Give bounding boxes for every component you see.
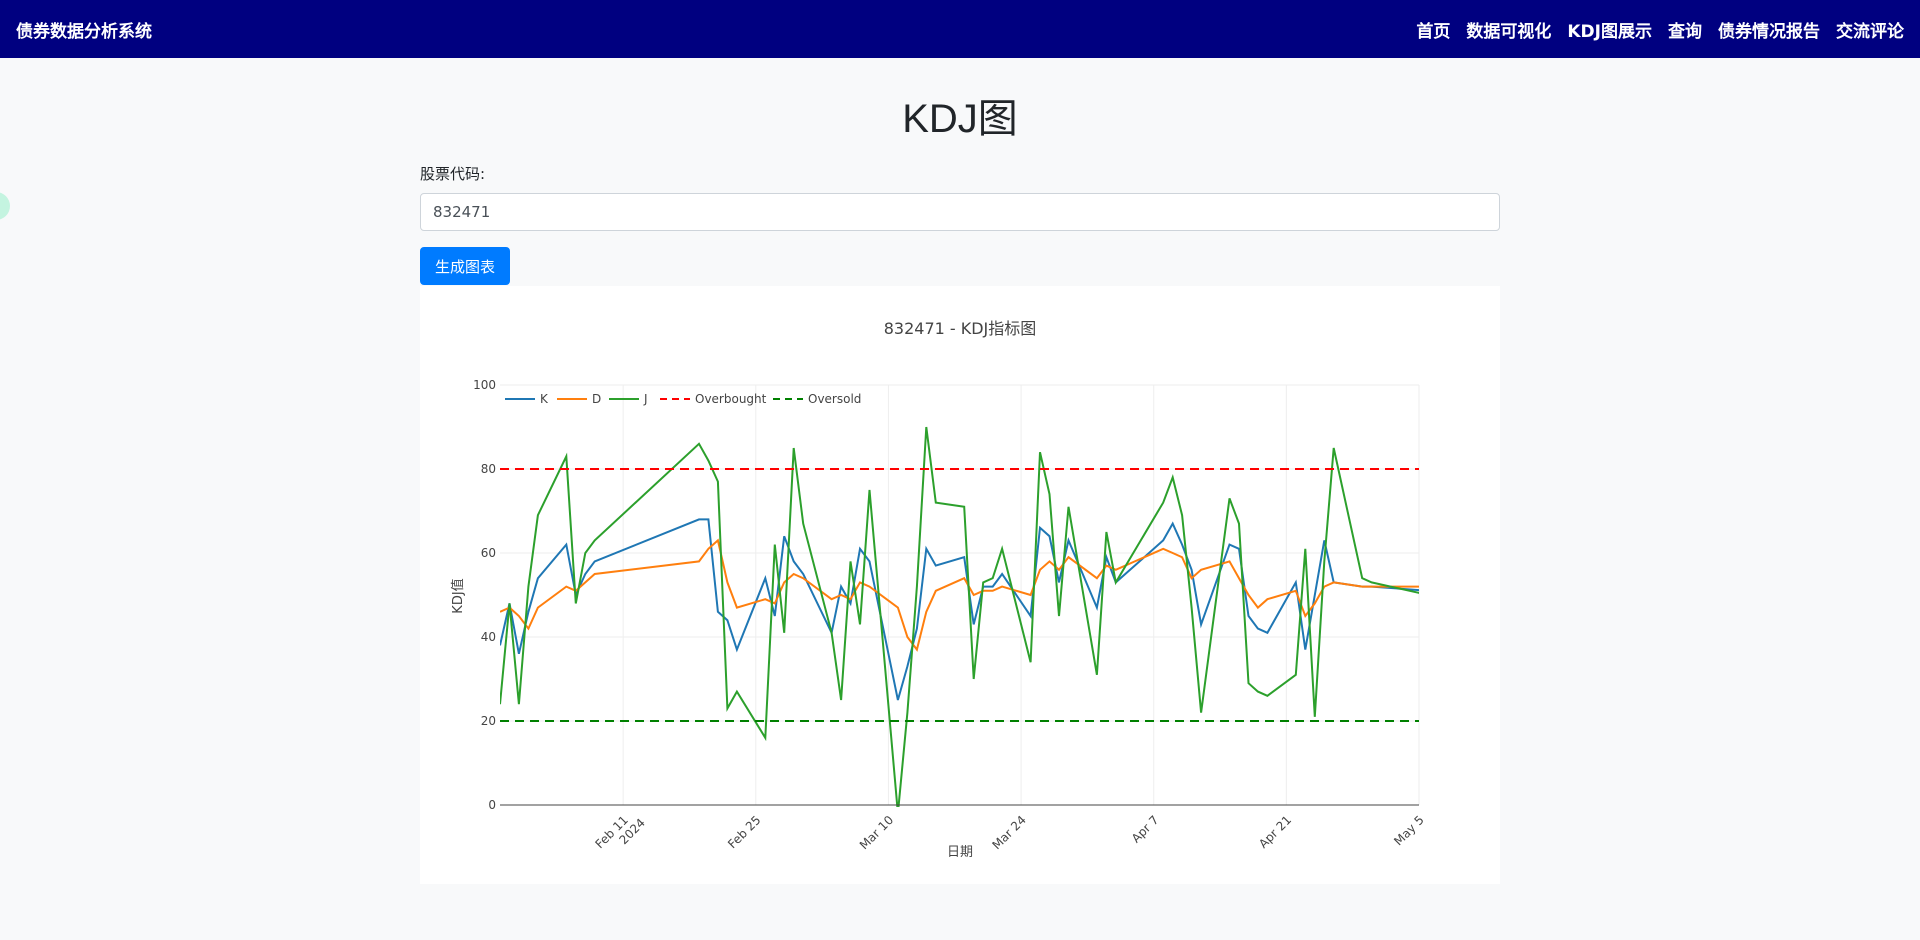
kdj-chart: 832471 - KDJ指标图 0 20 40 60 80 100 Feb 112024 Fe… (450, 319, 1427, 860)
x-tick-group: Mar 10 (857, 813, 896, 852)
nav-link-visualization[interactable]: 数据可视化 (1466, 17, 1551, 42)
nav-link-report[interactable]: 债券情况报告 (1718, 17, 1820, 42)
legend-label: Oversold (808, 392, 861, 406)
legend-label: Overbought (695, 392, 767, 406)
nav-links: 首页 数据可视化 KDJ图展示 查询 债券情况报告 交流评论 (1400, 17, 1904, 42)
nav-link-query[interactable]: 查询 (1668, 17, 1702, 42)
chart-card: 832471 - KDJ指标图 0 20 40 60 80 100 Feb 11 2024 Fe… (420, 286, 1500, 884)
x-tick-group: Feb 25 (725, 813, 763, 851)
x-tick-group: Apr 7 (1129, 813, 1162, 846)
y-tick-label: 40 (481, 630, 496, 644)
series-line-k (500, 518, 1419, 701)
x-tick-label: Apr 7 (1129, 813, 1162, 846)
y-tick-label: 80 (481, 462, 496, 476)
nav-link-home[interactable]: 首页 (1416, 17, 1450, 42)
y-tick-label: 100 (473, 378, 496, 392)
top-navbar: 债券数据分析系统 首页 数据可视化 KDJ图展示 查询 债券情况报告 交流评论 (0, 0, 1920, 58)
x-tick-group: Mar 24 (989, 813, 1028, 852)
nav-link-kdj[interactable]: KDJ图展示 (1567, 17, 1652, 42)
series-line-j (500, 426, 1419, 807)
x-tick-group: Apr 21 (1256, 813, 1294, 851)
chart-title: 832471 - KDJ指标图 (884, 319, 1037, 338)
x-tick-label: Mar 24 (989, 813, 1028, 852)
x-tick-label: Feb 25 (725, 813, 763, 851)
legend-label: J (643, 392, 648, 406)
y-axis-label: KDJ值 (450, 578, 466, 613)
generate-chart-button[interactable]: 生成图表 (420, 247, 510, 285)
page-title: KDJ图 (902, 97, 1018, 141)
x-tick-group: May 5 (1391, 813, 1427, 849)
y-tick-label: 20 (481, 714, 496, 728)
x-tick-label: Apr 21 (1256, 813, 1294, 851)
legend-label: D (592, 392, 601, 406)
legend-label: K (540, 392, 549, 406)
x-tick-label: May 5 (1391, 813, 1427, 849)
brand-title[interactable]: 债券数据分析系统 (16, 17, 152, 42)
x-tick-label: Mar 10 (857, 813, 896, 852)
y-tick-label: 0 (488, 798, 496, 812)
x-axis-label: 日期 (947, 845, 973, 860)
nav-link-comments[interactable]: 交流评论 (1836, 17, 1904, 42)
stock-code-label: 股票代码: (420, 165, 486, 183)
side-float-button[interactable] (0, 192, 10, 220)
y-tick-label: 60 (481, 546, 496, 560)
x-tick-group: Feb 112024 (593, 813, 648, 851)
stock-code-input[interactable] (420, 193, 1500, 231)
